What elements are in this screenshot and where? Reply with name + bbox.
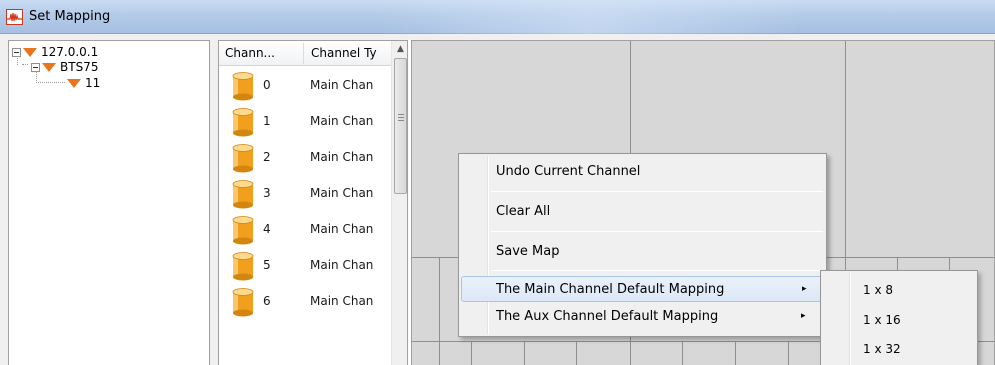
tree-node-server[interactable]: 127.0.0.1 — [12, 44, 98, 60]
grid-line — [524, 341, 525, 365]
channel-type: Main Chan — [310, 222, 374, 236]
battery-cylinder-icon — [232, 216, 254, 245]
column-separator[interactable] — [303, 43, 304, 64]
orange-triangle-icon — [67, 78, 81, 88]
channel-number: 5 — [263, 258, 271, 272]
menu-item-save-map[interactable]: Save Map — [461, 239, 824, 265]
menu-item-label: Undo Current Channel — [496, 164, 641, 179]
submenu-arrow-icon: ▸ — [802, 284, 807, 294]
channel-row[interactable]: 4 Main Chan — [219, 212, 391, 248]
column-header-channel-type[interactable]: Channel Ty — [311, 46, 391, 60]
grid-line — [576, 341, 577, 365]
battery-cylinder-icon — [232, 288, 254, 317]
menu-item-undo-current-channel[interactable]: Undo Current Channel — [461, 159, 824, 185]
grip-line — [398, 114, 404, 115]
mapping-submenu: 1 x 8 1 x 16 1 x 32 — [820, 270, 978, 365]
channel-row[interactable]: 2 Main Chan — [219, 140, 391, 176]
window-frame-left — [0, 34, 8, 365]
device-tree[interactable]: 127.0.0.1 BTS75 11 — [8, 40, 210, 365]
submenu-item-1x8[interactable]: 1 x 8 — [863, 283, 893, 297]
context-menu: Undo Current Channel Clear All Save Map … — [458, 153, 827, 337]
grid-line — [682, 341, 683, 365]
battery-cylinder-icon — [232, 180, 254, 209]
menu-item-clear-all[interactable]: Clear All — [461, 199, 824, 225]
menu-item-label: Clear All — [496, 204, 551, 219]
vertical-scrollbar[interactable]: ▲ — [391, 41, 407, 365]
grip-line — [398, 120, 404, 121]
grid-line — [471, 341, 472, 365]
grid-line — [439, 257, 440, 365]
tree-node-device[interactable]: BTS75 — [31, 59, 98, 75]
tree-line — [36, 82, 65, 83]
list-header: Chann... Channel Ty — [219, 41, 391, 66]
battery-cylinder-icon — [232, 72, 254, 101]
channel-number: 6 — [263, 294, 271, 308]
tree-node-label: 11 — [85, 76, 101, 90]
submenu-item-1x32[interactable]: 1 x 32 — [863, 342, 901, 356]
menu-separator — [491, 231, 823, 232]
orange-triangle-icon — [23, 47, 37, 57]
battery-cylinder-icon — [232, 108, 254, 137]
channel-list[interactable]: Chann... Channel Ty 0 Main Chan 1 Main C… — [218, 40, 408, 365]
channel-number: 3 — [263, 186, 271, 200]
menu-item-label: The Aux Channel Default Mapping — [496, 309, 719, 324]
tree-node-unit[interactable]: 11 — [67, 75, 100, 91]
channel-type: Main Chan — [310, 258, 374, 272]
battery-cylinder-icon — [232, 144, 254, 173]
submenu-item-1x16[interactable]: 1 x 16 — [863, 313, 901, 327]
channel-number: 1 — [263, 114, 271, 128]
menu-item-main-channel-default-mapping[interactable]: The Main Channel Default Mapping ▸ — [461, 276, 824, 302]
waveform-icon — [6, 9, 23, 25]
channel-number: 2 — [263, 150, 271, 164]
menu-separator — [491, 270, 823, 271]
channel-number: 0 — [263, 78, 271, 92]
title-bar: Set Mapping — [0, 0, 995, 34]
grip-line — [398, 117, 404, 118]
channel-row[interactable]: 5 Main Chan — [219, 248, 391, 284]
channel-type: Main Chan — [310, 78, 374, 92]
channel-row[interactable]: 3 Main Chan — [219, 176, 391, 212]
tree-node-label: BTS75 — [60, 60, 99, 74]
channel-row[interactable]: 1 Main Chan — [219, 104, 391, 140]
tree-line — [22, 64, 28, 65]
tree-node-label: 127.0.0.1 — [41, 45, 99, 59]
grid-line — [735, 341, 736, 365]
channel-type: Main Chan — [310, 114, 374, 128]
channel-number: 4 — [263, 222, 271, 236]
menu-separator — [491, 191, 823, 192]
channel-type: Main Chan — [310, 294, 374, 308]
window-title: Set Mapping — [29, 9, 111, 24]
orange-triangle-icon — [42, 62, 56, 72]
channel-row[interactable]: 6 Main Chan — [219, 284, 391, 320]
channel-type: Main Chan — [310, 186, 374, 200]
collapse-icon[interactable] — [12, 47, 21, 57]
channel-row[interactable]: 0 Main Chan — [219, 68, 391, 104]
scroll-up-arrow-icon[interactable]: ▲ — [392, 41, 407, 58]
menu-item-label: The Main Channel Default Mapping — [496, 282, 725, 297]
scroll-thumb[interactable] — [394, 58, 407, 194]
column-header-channel[interactable]: Chann... — [225, 46, 295, 60]
collapse-icon[interactable] — [31, 62, 40, 72]
menu-item-aux-channel-default-mapping[interactable]: The Aux Channel Default Mapping ▸ — [461, 304, 824, 330]
splitter[interactable] — [210, 34, 218, 365]
grid-line — [788, 341, 789, 365]
menu-item-label: Save Map — [496, 244, 560, 259]
battery-cylinder-icon — [232, 252, 254, 281]
submenu-arrow-icon: ▸ — [801, 311, 806, 321]
channel-type: Main Chan — [310, 150, 374, 164]
